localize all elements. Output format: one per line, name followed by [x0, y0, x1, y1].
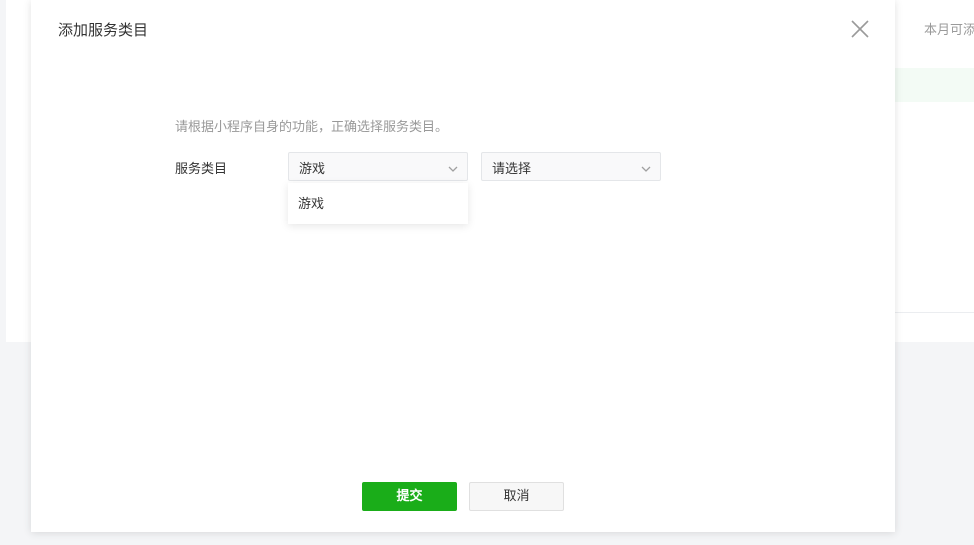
- dropdown-option-game[interactable]: 游戏: [288, 183, 468, 224]
- subcategory-select[interactable]: 请选择: [481, 152, 661, 181]
- dialog-title: 添加服务类目: [58, 21, 149, 39]
- submit-button[interactable]: 提交: [362, 482, 457, 511]
- cancel-button[interactable]: 取消: [469, 482, 564, 511]
- background-partial-text: 本月可添: [924, 23, 974, 38]
- background-divider: [895, 312, 974, 313]
- chevron-down-icon: [447, 160, 459, 172]
- close-icon[interactable]: [849, 18, 871, 40]
- category-tip-text: 请根据小程序自身的功能，正确选择服务类目。: [175, 120, 449, 135]
- add-service-category-dialog: 添加服务类目 请根据小程序自身的功能，正确选择服务类目。 服务类目 游戏 请选择…: [31, 0, 895, 532]
- category-dropdown-menu: 游戏: [288, 183, 468, 224]
- category-select[interactable]: 游戏: [288, 152, 468, 181]
- category-select-value: 游戏: [299, 162, 326, 177]
- subcategory-select-placeholder: 请选择: [492, 162, 532, 177]
- background-highlight-strip: [895, 68, 974, 102]
- service-category-label: 服务类目: [175, 162, 228, 177]
- chevron-down-icon: [640, 160, 652, 172]
